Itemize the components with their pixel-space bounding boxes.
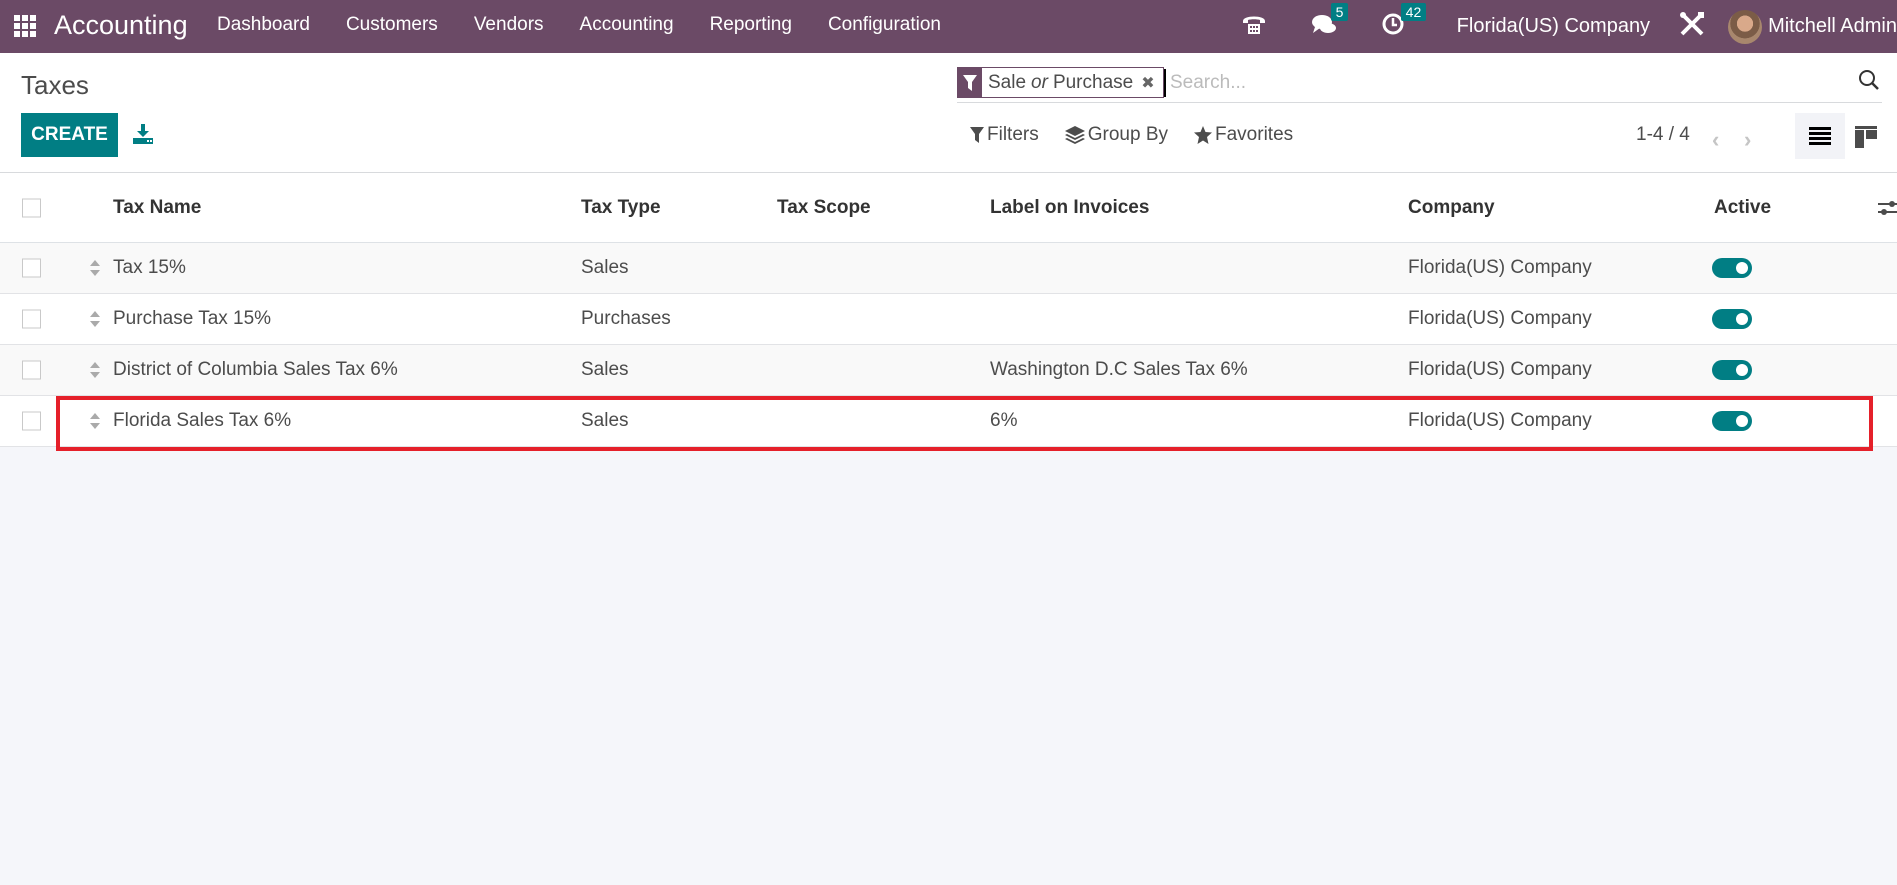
facet-value-sale: Sale [988, 71, 1027, 93]
table-row[interactable]: Tax 15% Sales Florida(US) Company [0, 243, 1897, 294]
group-by-button[interactable]: Group By [1064, 124, 1168, 146]
messages-icon[interactable]: 5 [1311, 2, 1349, 42]
activities-badge: 42 [1400, 2, 1427, 21]
menu-configuration[interactable]: Configuration [828, 14, 941, 36]
company: Florida(US) Company [1408, 257, 1592, 278]
row-checkbox[interactable] [22, 258, 41, 278]
list-view-button[interactable] [1795, 113, 1845, 159]
sort-handle-icon[interactable] [89, 361, 101, 379]
active-toggle[interactable] [1712, 411, 1752, 431]
app-name[interactable]: Accounting [54, 10, 188, 41]
search-facet: Sale or Purchase ✖ [957, 67, 1164, 98]
create-button[interactable]: CREATE [21, 113, 118, 157]
menu-accounting[interactable]: Accounting [580, 14, 674, 36]
column-header-company[interactable]: Company [1408, 197, 1495, 219]
phone-icon[interactable] [1241, 12, 1267, 42]
search-input[interactable] [1164, 69, 1804, 97]
column-header-tax-scope[interactable]: Tax Scope [777, 197, 871, 219]
tax-name: District of Columbia Sales Tax 6% [113, 359, 398, 380]
filters-button[interactable]: Filters [970, 124, 1039, 146]
select-all-checkbox[interactable] [22, 198, 41, 217]
user-menu[interactable]: Mitchell Admin [1768, 15, 1897, 38]
facet-remove-icon[interactable]: ✖ [1141, 73, 1154, 93]
label-on-invoices: Washington D.C Sales Tax 6% [990, 359, 1248, 380]
page-title: Taxes [21, 70, 89, 100]
menu-vendors[interactable]: Vendors [474, 14, 544, 36]
activities-icon[interactable]: 42 [1381, 2, 1427, 42]
debug-tools-icon[interactable] [1678, 10, 1706, 44]
chevron-left-icon[interactable]: ‹ [1712, 127, 1719, 153]
tax-name: Florida Sales Tax 6% [113, 410, 292, 431]
tax-type: Sales [581, 257, 629, 278]
apps-menu-icon[interactable] [14, 15, 36, 37]
sort-handle-icon[interactable] [89, 259, 101, 277]
search-bar: Sale or Purchase ✖ [957, 65, 1882, 103]
company: Florida(US) Company [1408, 359, 1592, 380]
kanban-view-icon[interactable] [1855, 126, 1877, 148]
favorites-label: Favorites [1215, 124, 1294, 145]
row-checkbox[interactable] [22, 360, 41, 380]
company: Florida(US) Company [1408, 308, 1592, 329]
search-icon[interactable] [1858, 69, 1882, 93]
facet-separator: or [1031, 71, 1048, 93]
table-header: Tax Name Tax Type Tax Scope Label on Inv… [0, 173, 1897, 243]
chevron-right-icon[interactable]: › [1744, 127, 1751, 153]
filter-icon [958, 68, 982, 97]
tax-type: Sales [581, 410, 629, 431]
row-checkbox[interactable] [22, 411, 41, 431]
control-panel: Taxes CREATE Sale or Purchase ✖ Filters [0, 53, 1897, 173]
menu-reporting[interactable]: Reporting [710, 14, 792, 36]
active-toggle[interactable] [1712, 258, 1752, 278]
optional-columns-icon[interactable] [1878, 198, 1897, 218]
column-header-tax-type[interactable]: Tax Type [581, 197, 661, 219]
active-toggle[interactable] [1712, 360, 1752, 380]
menu-dashboard[interactable]: Dashboard [217, 14, 310, 36]
tax-name: Purchase Tax 15% [113, 308, 272, 329]
taxes-list: Tax Name Tax Type Tax Scope Label on Inv… [0, 173, 1897, 447]
favorites-button[interactable]: Favorites [1194, 124, 1293, 146]
table-row[interactable]: Purchase Tax 15% Purchases Florida(US) C… [0, 294, 1897, 345]
label-on-invoices: 6% [990, 410, 1018, 431]
tax-type: Purchases [581, 308, 671, 329]
active-toggle[interactable] [1712, 309, 1752, 329]
company-switcher[interactable]: Florida(US) Company [1457, 15, 1650, 38]
list-icon [1809, 127, 1831, 145]
sort-handle-icon[interactable] [89, 310, 101, 328]
group-by-label: Group By [1087, 124, 1168, 145]
top-navbar: Accounting Dashboard Customers Vendors A… [0, 0, 1897, 53]
row-checkbox[interactable] [22, 309, 41, 329]
filter-icon [970, 127, 984, 143]
column-header-active[interactable]: Active [1714, 197, 1771, 219]
layers-icon [1064, 126, 1085, 144]
column-header-label-on-invoices[interactable]: Label on Invoices [990, 197, 1149, 219]
sort-handle-icon[interactable] [89, 412, 101, 430]
main-menu: Dashboard Customers Vendors Accounting R… [217, 14, 977, 36]
search-options: Filters Group By Favorites [970, 124, 1319, 146]
table-row[interactable]: District of Columbia Sales Tax 6% Sales … [0, 345, 1897, 396]
tax-name: Tax 15% [113, 257, 186, 278]
user-avatar[interactable] [1728, 9, 1763, 44]
download-icon[interactable] [132, 123, 154, 145]
table-row[interactable]: Florida Sales Tax 6% Sales 6% Florida(US… [0, 396, 1897, 447]
facet-value-purchase: Purchase [1052, 71, 1134, 93]
systray: 5 42 Florida(US) Company Mitchell Admin [1241, 0, 1897, 53]
company: Florida(US) Company [1408, 410, 1592, 431]
pager-value[interactable]: 1-4 / 4 [1636, 124, 1690, 146]
filters-label: Filters [987, 124, 1039, 145]
menu-customers[interactable]: Customers [346, 14, 438, 36]
facet-values: Sale or Purchase ✖ [982, 68, 1163, 97]
column-header-tax-name[interactable]: Tax Name [113, 197, 201, 219]
tax-type: Sales [581, 359, 629, 380]
messages-badge: 5 [1330, 2, 1349, 21]
star-icon [1194, 126, 1212, 144]
